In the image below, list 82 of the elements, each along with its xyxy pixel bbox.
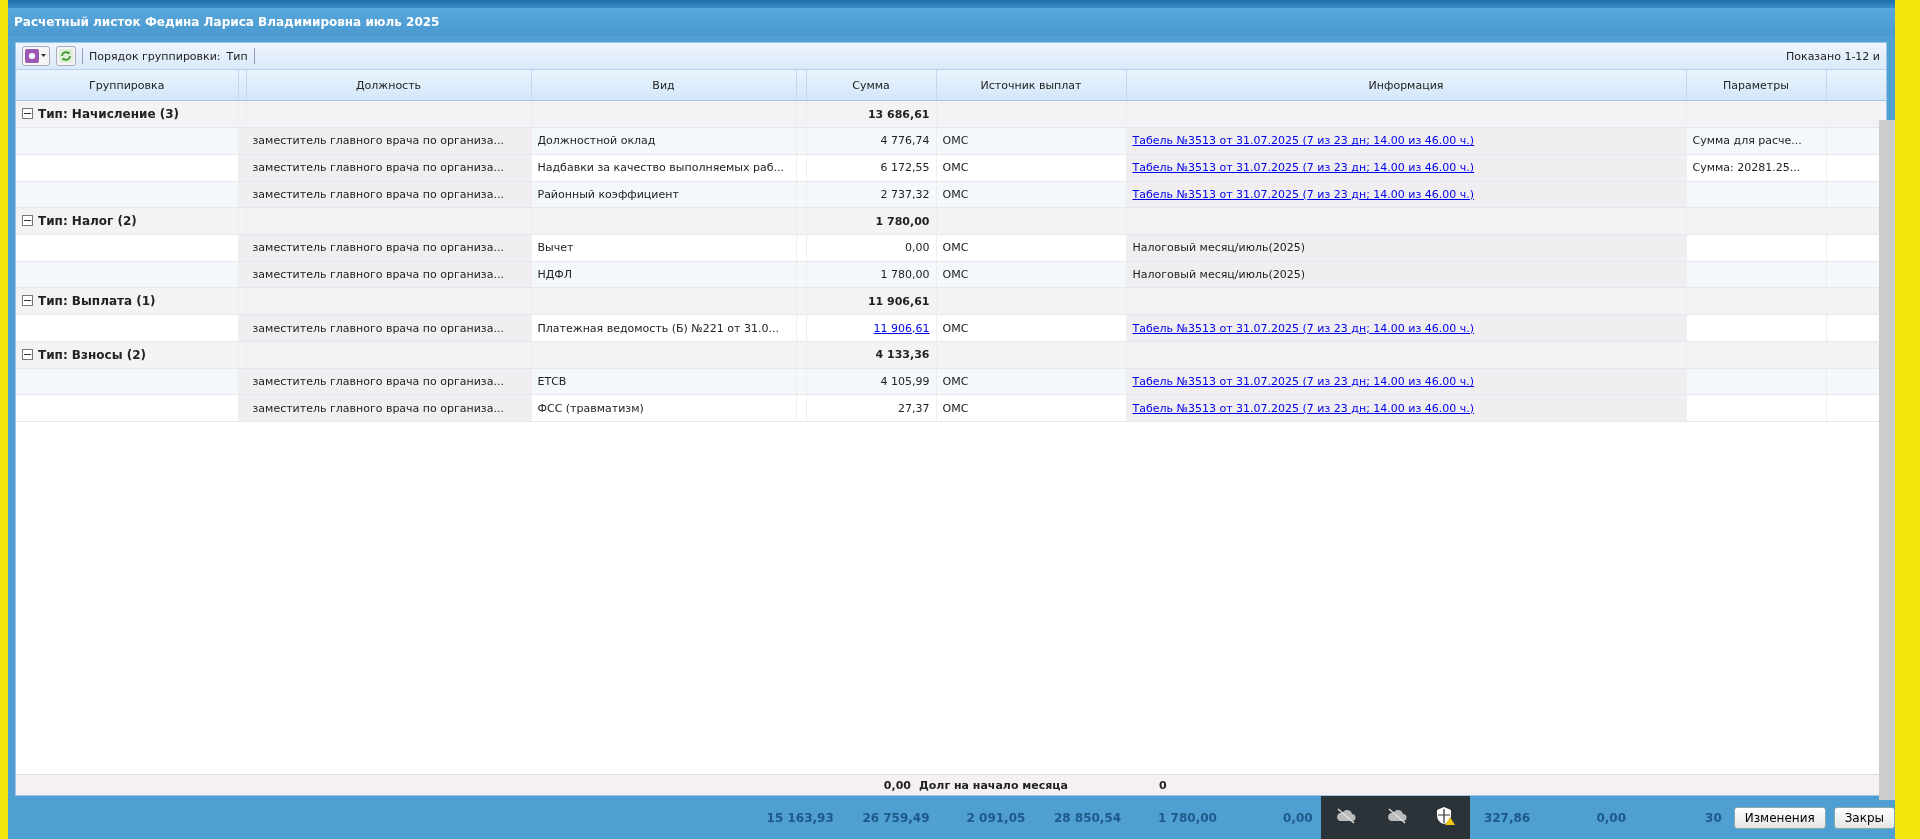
footer-value: 0 — [1159, 778, 1167, 792]
column-header[interactable]: Информация — [1126, 70, 1686, 101]
grouping-value[interactable]: Тип — [226, 49, 248, 63]
footer-amount: 0,00 — [882, 778, 912, 792]
column-header[interactable]: Параметры — [1686, 70, 1826, 101]
table-cell: заместитель главного врача по организа... — [246, 127, 531, 155]
table-cell: 6 172,55 — [806, 154, 936, 181]
table-cell: заместитель главного врача по организа... — [246, 234, 531, 262]
table-cell: ОМС — [936, 154, 1126, 181]
group-title: Тип: Выплата (1) — [38, 294, 156, 309]
table-cell: Должностной оклад — [531, 127, 796, 155]
collapse-icon[interactable] — [22, 215, 33, 227]
collapse-icon[interactable] — [22, 295, 33, 307]
total-value: 26 759,49 — [861, 810, 930, 825]
table-cell: 27,37 — [806, 394, 936, 422]
action-button[interactable]: Изменения — [1733, 806, 1826, 829]
table-cell: ОМС — [936, 261, 1126, 288]
table-cell: Надбавки за качество выполняемых раб... — [531, 154, 796, 181]
table-cell: заместитель главного врача по организа... — [246, 154, 531, 181]
total-value: 327,86 — [1482, 810, 1531, 825]
paging-info: Показано 1-12 и — [1786, 49, 1880, 63]
column-header[interactable]: Группировка — [16, 70, 238, 101]
table-cell: заместитель главного врача по организа... — [246, 181, 531, 208]
table-cell: Налоговый месяц/июль(2025) — [1126, 234, 1686, 262]
group-row[interactable]: Тип: Налог (2) — [16, 207, 238, 235]
cloud-offline-icon[interactable] — [1334, 808, 1357, 827]
table-cell: Платежная ведомость (Б) №221 от 31.0... — [531, 314, 796, 342]
column-header[interactable]: Должность — [246, 70, 531, 101]
table-cell: Вычет — [531, 234, 796, 262]
footer-label: Долг на начало месяца — [919, 778, 1069, 792]
group-title: Тип: Начисление (3) — [38, 107, 180, 122]
collapse-icon[interactable] — [22, 108, 33, 120]
grouping-label: Порядок группировки: — [89, 49, 221, 63]
table-cell: 0,00 — [806, 234, 936, 262]
window-title: Расчетный листок Федина Лариса Владимировна июль 2025 — [14, 15, 440, 29]
table-cell: Сумма для расче... — [1686, 127, 1826, 155]
settings-menu-button[interactable] — [22, 46, 50, 66]
table-cell: ФСС (травматизм) — [531, 394, 796, 422]
group-title: Тип: Налог (2) — [38, 214, 137, 229]
total-value: 1 780,00 — [1157, 810, 1217, 825]
table-cell: ОМС — [936, 234, 1126, 262]
action-button[interactable]: Закры — [1833, 806, 1896, 829]
group-total: 13 686,61 — [806, 100, 936, 128]
group-title: Тип: Взносы (2) — [38, 347, 146, 362]
table-cell: ОМС — [936, 314, 1126, 342]
table-cell: заместитель главного врача по организа... — [246, 261, 531, 288]
group-row[interactable]: Тип: Взносы (2) — [16, 341, 238, 369]
group-total: 11 906,61 — [806, 287, 936, 315]
group-total: 1 780,00 — [806, 207, 936, 235]
column-header[interactable]: Сумма — [806, 70, 936, 101]
total-value: 0,00 — [1282, 810, 1313, 825]
table-cell: 2 737,32 — [806, 181, 936, 208]
column-header[interactable]: Вид — [531, 70, 796, 101]
table-cell: Налоговый месяц/июль(2025) — [1126, 261, 1686, 288]
table-cell: НДФЛ — [531, 261, 796, 288]
total-value: 30 — [1704, 810, 1722, 825]
table-cell: ОМС — [936, 181, 1126, 208]
total-value: 2 091,05 — [965, 810, 1026, 825]
group-row[interactable]: Тип: Выплата (1) — [16, 287, 238, 315]
table-cell: ОМС — [936, 368, 1126, 395]
table-cell: Районный коэффициент — [531, 181, 796, 208]
collapse-icon[interactable] — [22, 348, 33, 360]
total-value: 15 163,93 — [765, 810, 834, 825]
amount-link[interactable]: 11 906,61 — [873, 321, 930, 335]
group-row[interactable]: Тип: Начисление (3) — [16, 100, 238, 128]
cloud-offline-icon[interactable] — [1385, 808, 1408, 827]
total-value: 0,00 — [1595, 810, 1626, 825]
table-cell: заместитель главного врача по организа... — [246, 394, 531, 422]
table-cell: 1 780,00 — [806, 261, 936, 288]
table-cell: 4 776,74 — [806, 127, 936, 155]
scrollbar[interactable] — [1879, 120, 1895, 800]
table-cell: 4 105,99 — [806, 368, 936, 395]
table-cell: Сумма: 20281.25... — [1686, 154, 1826, 181]
total-value: 28 850,54 — [1052, 810, 1122, 825]
group-total: 4 133,36 — [806, 341, 936, 369]
table-cell: ЕТСВ — [531, 368, 796, 395]
table-cell: ОМС — [936, 127, 1126, 155]
table-cell: заместитель главного врача по организа... — [246, 314, 531, 342]
refresh-button[interactable] — [56, 46, 76, 66]
table-cell: ОМС — [936, 394, 1126, 422]
table-cell: заместитель главного врача по организа... — [246, 368, 531, 395]
column-header[interactable]: Источник выплат — [936, 70, 1126, 101]
